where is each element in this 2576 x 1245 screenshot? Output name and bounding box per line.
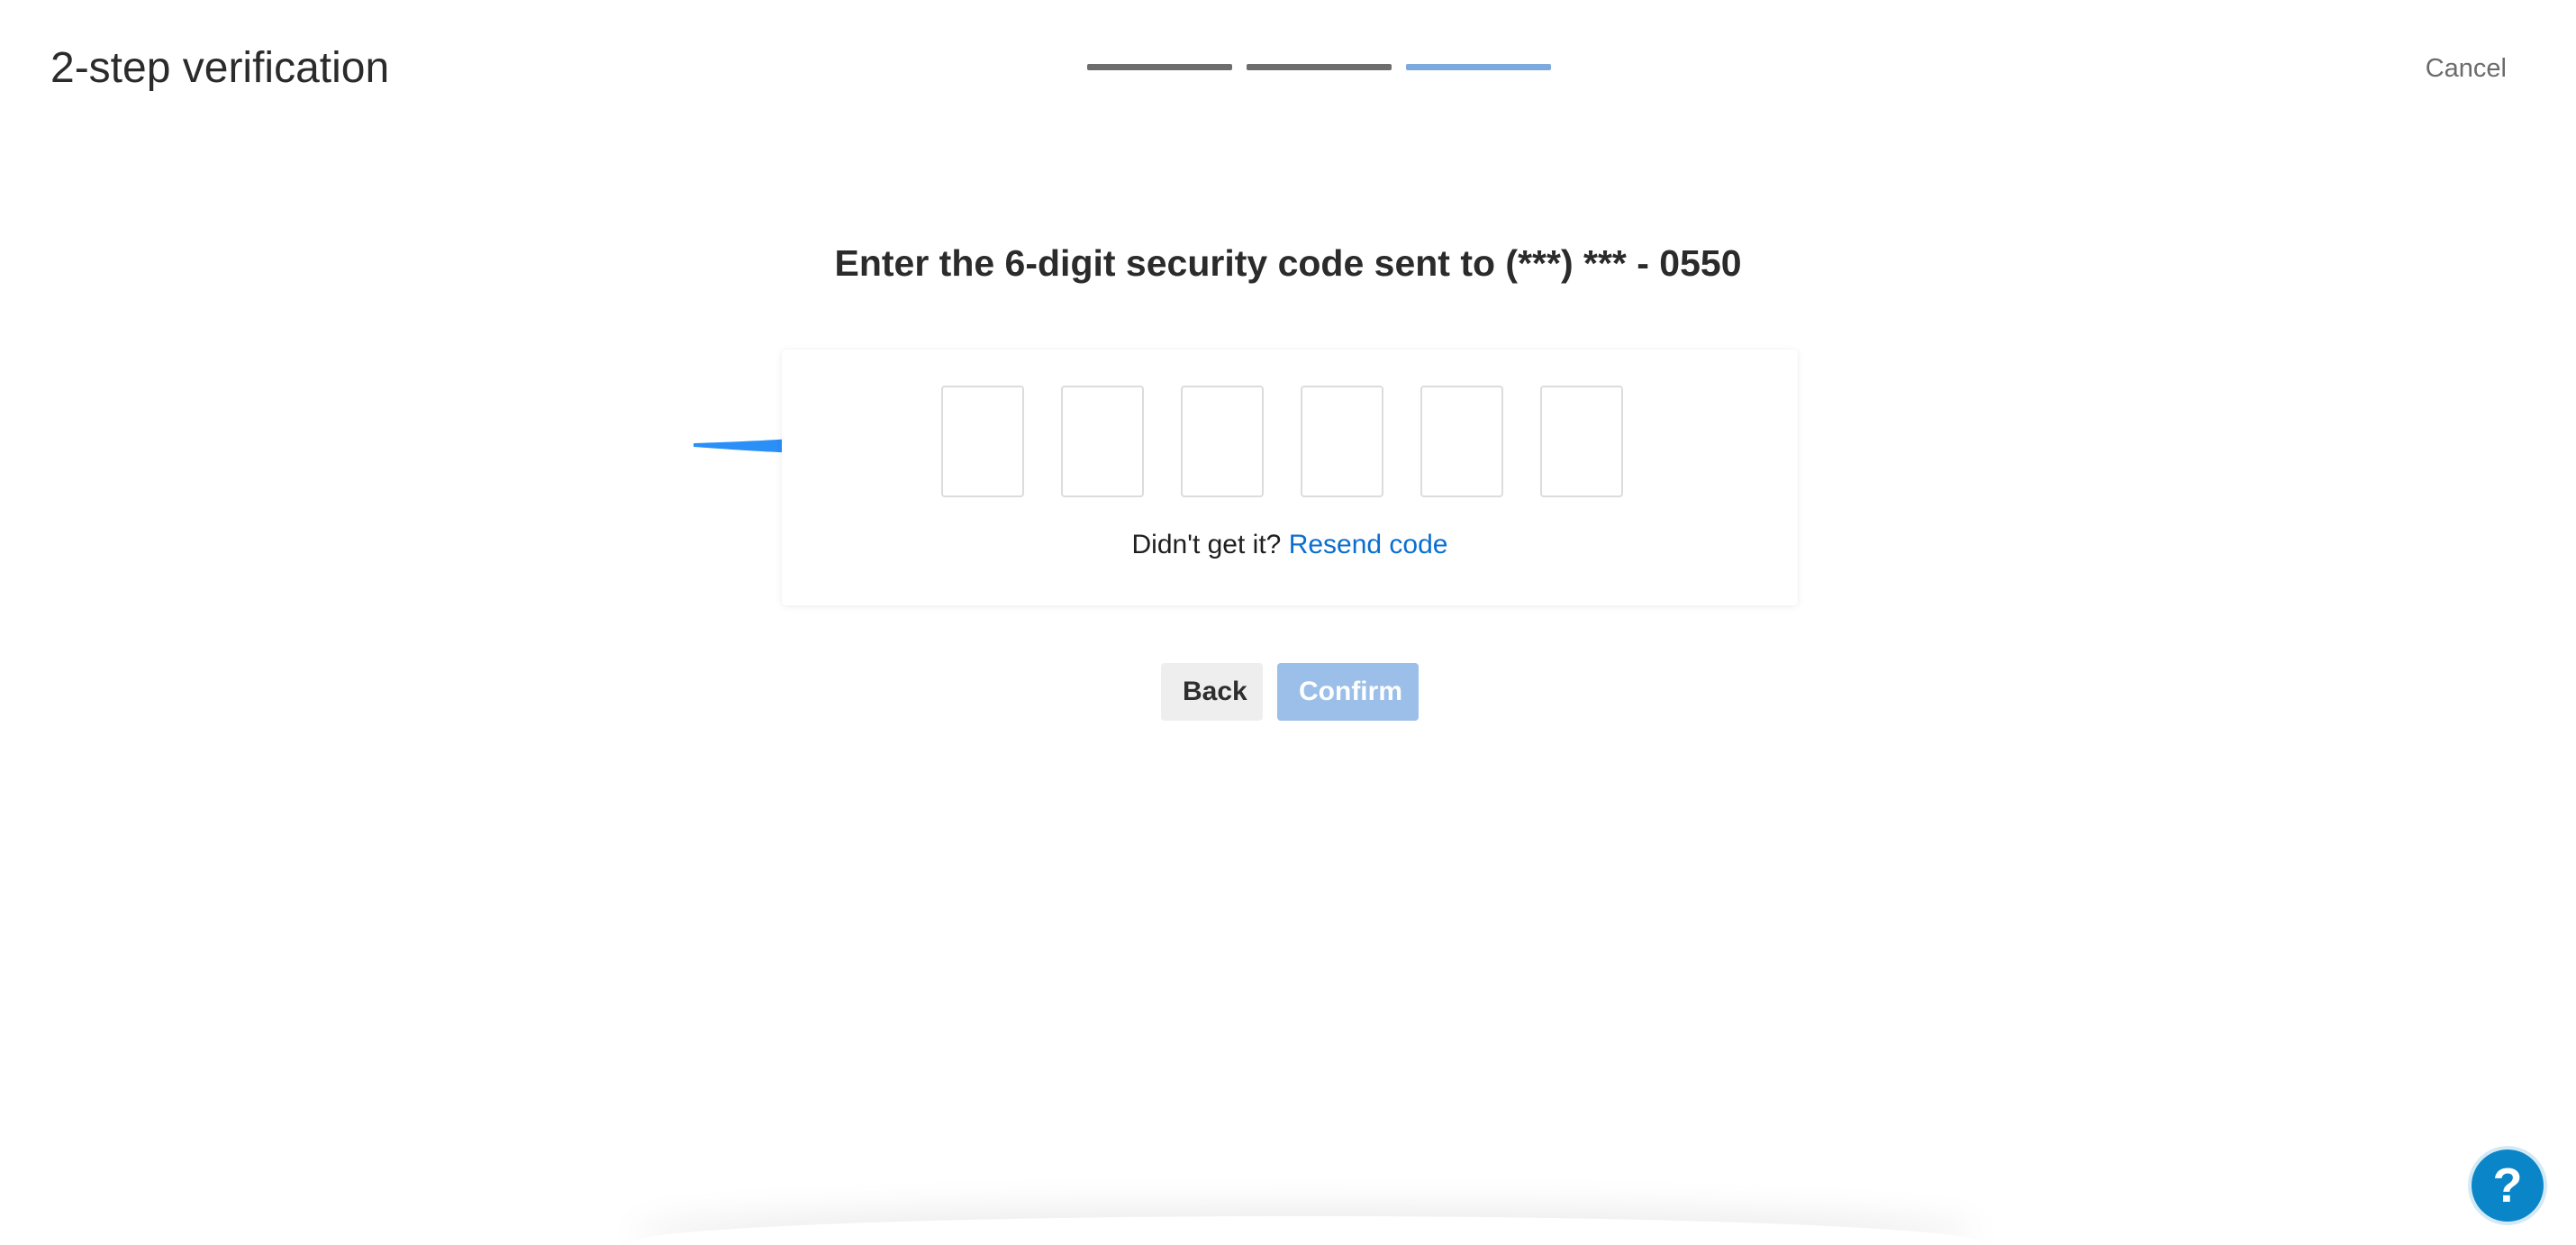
help-button[interactable]: ? (2472, 1150, 2544, 1222)
code-digit-5[interactable] (1420, 386, 1503, 497)
code-instruction-heading: Enter the 6-digit security code sent to … (834, 242, 1742, 284)
code-digit-4[interactable] (1301, 386, 1383, 497)
action-buttons: Back Confirm (1161, 663, 1419, 721)
resend-code-link[interactable]: Resend code (1289, 530, 1448, 559)
resend-row: Didn't get it? Resend code (782, 526, 1798, 564)
page-title: 2-step verification (50, 44, 390, 92)
back-button[interactable]: Back (1161, 663, 1263, 721)
code-digit-1[interactable] (941, 386, 1024, 497)
code-digit-3[interactable] (1181, 386, 1264, 497)
progress-step-1 (1087, 64, 1232, 70)
resend-prompt: Didn't get it? (1131, 530, 1282, 559)
progress-step-3 (1406, 64, 1551, 70)
code-digit-2[interactable] (1061, 386, 1144, 497)
question-mark-icon: ? (2492, 1159, 2523, 1213)
code-digit-group (941, 386, 1623, 497)
cancel-link[interactable]: Cancel (2426, 50, 2507, 86)
verification-page: 2-step verification Cancel Enter the 6-d… (0, 0, 2576, 1245)
progress-step-2 (1247, 64, 1392, 70)
code-digit-6[interactable] (1540, 386, 1623, 497)
step-progress (1087, 64, 1551, 70)
code-entry-card: Didn't get it? Resend code (782, 350, 1798, 605)
bottom-panel-shadow (630, 1216, 1982, 1245)
confirm-button[interactable]: Confirm (1277, 663, 1419, 721)
